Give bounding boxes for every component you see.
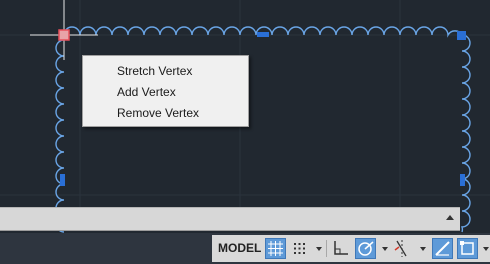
selection-cycling-icon[interactable] [457,238,478,259]
model-space-button[interactable]: MODEL [216,238,263,259]
command-history-arrow-icon[interactable] [446,215,454,220]
menu-item-stretch-vertex[interactable]: Stretch Vertex [83,61,248,82]
command-line[interactable] [0,207,460,231]
polar-tracking-icon[interactable] [355,238,376,259]
separator [326,240,327,257]
grid-display-icon[interactable] [265,238,286,259]
hot-grip[interactable] [58,29,70,41]
snap-mode-icon[interactable] [289,238,310,259]
polar-dropdown-icon[interactable] [382,247,388,251]
grip-top-mid [257,32,269,37]
status-bar: MODEL [0,233,490,264]
grip-left-mid [60,174,65,186]
selection-dropdown-icon[interactable] [483,247,489,251]
context-menu: Stretch Vertex Add Vertex Remove Vertex [82,55,249,127]
grip-top-right [457,31,466,40]
lineweight-icon[interactable] [432,238,453,259]
menu-item-remove-vertex[interactable]: Remove Vertex [83,103,248,124]
grip-right-mid [460,174,465,186]
object-snap-tracking-icon[interactable] [392,238,413,259]
menu-item-add-vertex[interactable]: Add Vertex [83,82,248,103]
osnap-dropdown-icon[interactable] [420,247,426,251]
snap-dropdown-icon[interactable] [316,247,322,251]
status-toggles: MODEL [212,235,490,262]
ortho-mode-icon[interactable] [330,238,351,259]
